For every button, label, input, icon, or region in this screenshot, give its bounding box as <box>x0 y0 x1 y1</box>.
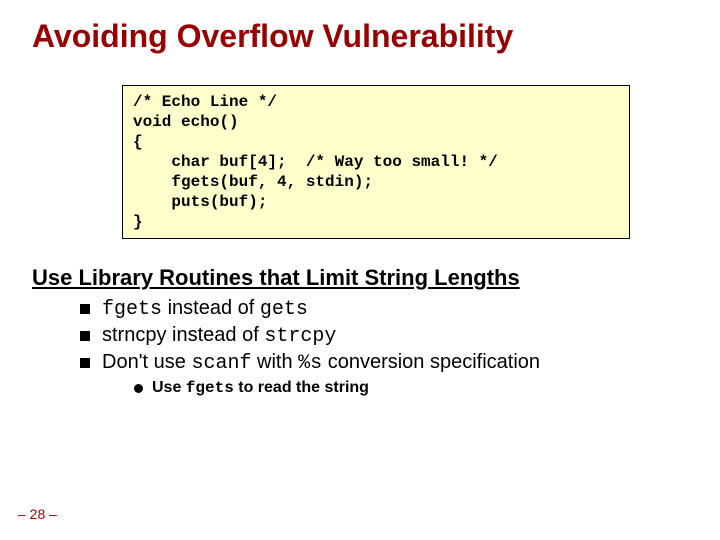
bullet-list: fgets instead of gets strncpy instead of… <box>80 297 688 397</box>
list-item: Don't use scanf with %s conversion speci… <box>80 351 688 397</box>
text: conversion specification <box>322 351 540 373</box>
text: Don't use <box>102 351 191 373</box>
list-item: Use fgets to read the string <box>134 379 688 397</box>
code-line: fgets(buf, 4, stdin); <box>133 173 373 191</box>
code-text: strcpy <box>264 325 336 348</box>
text: instead of <box>162 297 260 319</box>
code-line: /* Echo Line */ <box>133 93 277 111</box>
code-line: { <box>133 133 143 151</box>
text: with <box>251 351 298 373</box>
code-line: char buf[4]; /* Way too small! */ <box>133 153 498 171</box>
text: to read the string <box>234 379 369 396</box>
code-line: } <box>133 213 143 231</box>
text: Use <box>152 379 186 396</box>
slide-title: Avoiding Overflow Vulnerability <box>32 18 688 55</box>
code-line: void echo() <box>133 113 239 131</box>
code-text: fgets <box>186 379 234 397</box>
code-text: fgets <box>102 298 162 321</box>
section-heading: Use Library Routines that Limit String L… <box>32 265 688 291</box>
text: strncpy instead of <box>102 324 264 346</box>
code-block: /* Echo Line */ void echo() { char buf[4… <box>122 85 630 239</box>
page-number: – 28 – <box>18 506 57 522</box>
code-text: scanf <box>191 352 251 375</box>
code-text: %s <box>298 352 322 375</box>
slide: Avoiding Overflow Vulnerability /* Echo … <box>0 0 720 540</box>
sub-bullet-list: Use fgets to read the string <box>134 379 688 397</box>
list-item: strncpy instead of strcpy <box>80 324 688 348</box>
list-item: fgets instead of gets <box>80 297 688 321</box>
code-line: puts(buf); <box>133 193 267 211</box>
code-text: gets <box>260 298 308 321</box>
